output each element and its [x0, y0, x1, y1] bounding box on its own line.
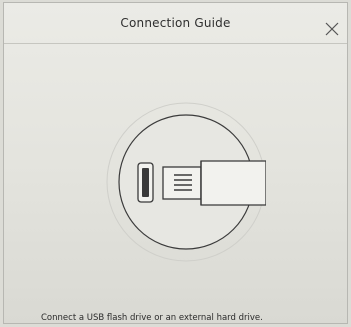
instruction-text: Connect a USB flash drive or an external…: [41, 313, 263, 323]
close-icon: [325, 22, 339, 36]
usb-drive-connect-icon: [106, 102, 266, 262]
close-button[interactable]: [321, 18, 343, 40]
connection-guide-dialog: Connection Guide Connect a USB flash dri…: [3, 2, 348, 324]
header-divider: [4, 43, 347, 44]
dialog-header: Connection Guide: [4, 3, 347, 43]
dialog-title: Connection Guide: [120, 16, 231, 30]
